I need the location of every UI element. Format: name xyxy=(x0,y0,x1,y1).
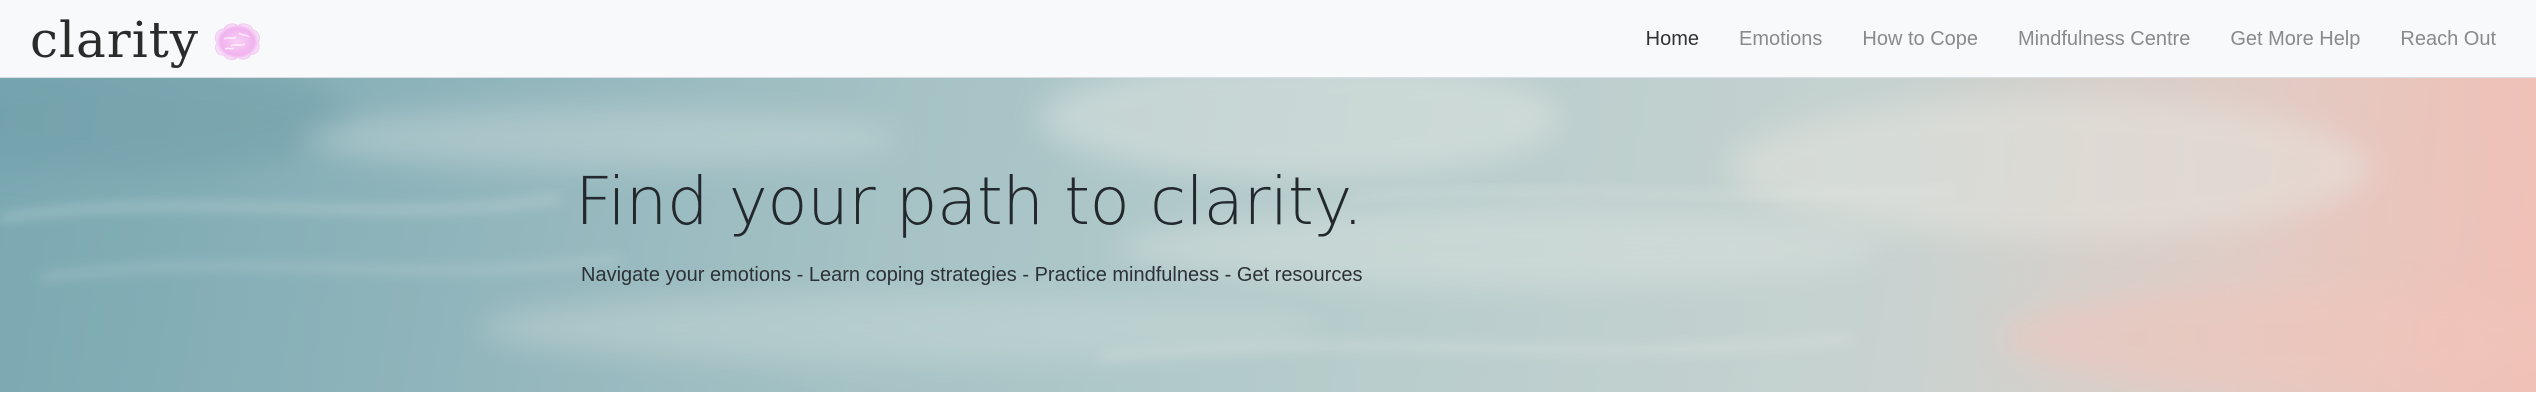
page-bottom xyxy=(0,392,2536,405)
nav-reach-out[interactable]: Reach Out xyxy=(2400,28,2496,51)
nav-emotions[interactable]: Emotions xyxy=(1739,28,1822,51)
hero-subtitle: Navigate your emotions - Learn coping st… xyxy=(581,264,1363,286)
nav-home[interactable]: Home xyxy=(1646,28,1699,51)
brand[interactable]: clarity xyxy=(30,10,263,70)
brain-icon xyxy=(214,23,260,60)
brand-name: clarity xyxy=(30,11,200,69)
nav-mindfulness-centre[interactable]: Mindfulness Centre xyxy=(2018,28,2190,51)
hero-banner: Find your path to clarity. Navigate your… xyxy=(0,78,2536,392)
hero-title: Find your path to clarity. xyxy=(575,163,1363,240)
navbar: clarity Home Emotions How to Cope Mindfu… xyxy=(0,0,2536,78)
nav-how-to-cope[interactable]: How to Cope xyxy=(1862,28,1978,51)
nav-links: Home Emotions How to Cope Mindfulness Ce… xyxy=(1606,0,2496,78)
nav-get-more-help[interactable]: Get More Help xyxy=(2230,28,2360,51)
